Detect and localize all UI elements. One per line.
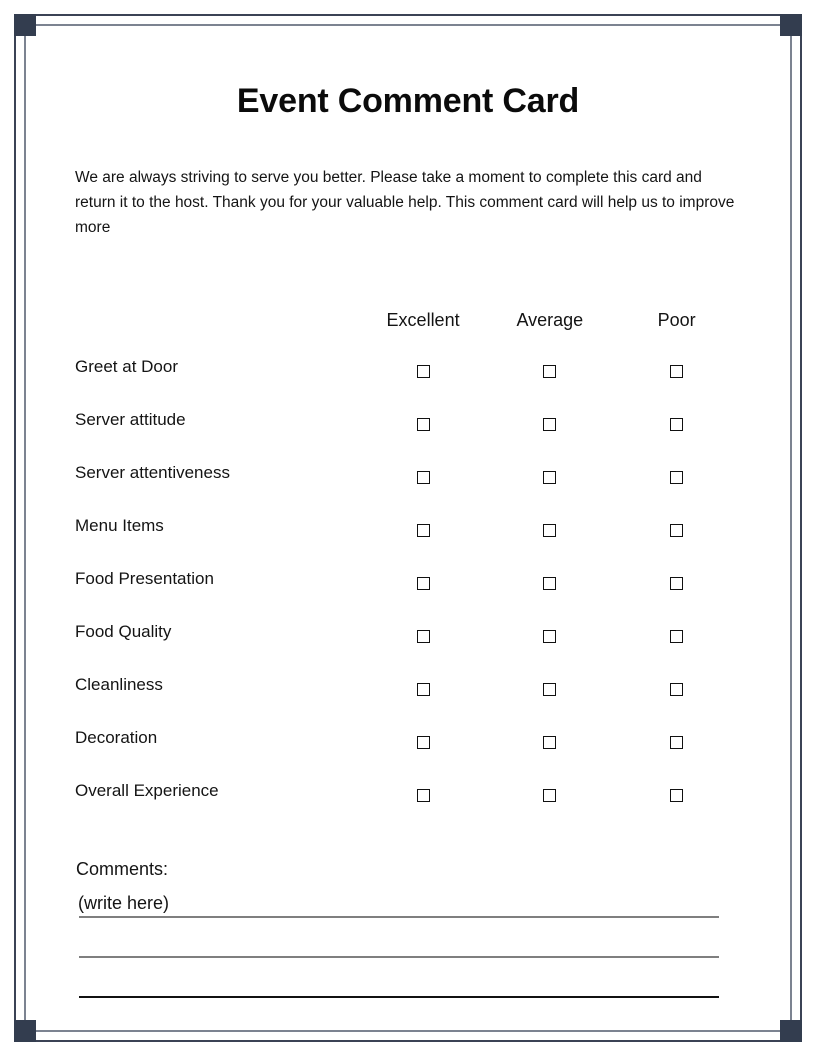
- table-row: Server attitude: [75, 393, 740, 446]
- checkbox-icon[interactable]: [670, 682, 684, 696]
- rating-cell[interactable]: [486, 658, 613, 711]
- rating-cell[interactable]: [360, 499, 487, 552]
- rating-cell[interactable]: [486, 552, 613, 605]
- checkbox-icon[interactable]: [543, 735, 557, 749]
- rating-cell[interactable]: [486, 393, 613, 446]
- rating-cell[interactable]: [360, 393, 487, 446]
- rating-cell[interactable]: [360, 658, 487, 711]
- rating-cell[interactable]: [613, 393, 740, 446]
- rating-table-body: Greet at Door Server attitude Server atten…: [75, 340, 740, 817]
- comments-hint-text[interactable]: (write here): [78, 893, 169, 914]
- comment-line-3[interactable]: [79, 996, 719, 998]
- checkbox-icon[interactable]: [543, 576, 557, 590]
- checkbox-icon[interactable]: [416, 523, 430, 537]
- checkbox-icon[interactable]: [416, 682, 430, 696]
- rating-header-poor: Poor: [657, 309, 696, 330]
- comment-line-2[interactable]: [79, 956, 719, 958]
- rating-cell[interactable]: [360, 446, 487, 499]
- rating-table: Excellent Average Poor Greet at Door Serv…: [75, 300, 740, 817]
- rating-cell[interactable]: [360, 711, 487, 764]
- checkbox-icon[interactable]: [543, 788, 557, 802]
- table-row: Overall Experience: [75, 764, 740, 817]
- table-row: Menu Items: [75, 499, 740, 552]
- checkbox-icon[interactable]: [670, 629, 684, 643]
- rating-cell[interactable]: [486, 711, 613, 764]
- checkbox-icon[interactable]: [670, 364, 684, 378]
- rating-row-label: Overall Experience: [75, 780, 219, 800]
- rating-row-label: Food Quality: [75, 621, 172, 641]
- checkbox-icon[interactable]: [416, 576, 430, 590]
- rating-cell[interactable]: [360, 552, 487, 605]
- rating-cell[interactable]: [613, 764, 740, 817]
- table-row: Decoration: [75, 711, 740, 764]
- rating-row-label: Cleanliness: [75, 674, 163, 694]
- rating-header-excellent: Excellent: [386, 309, 460, 330]
- checkbox-icon[interactable]: [416, 629, 430, 643]
- checkbox-icon[interactable]: [543, 470, 557, 484]
- rating-table-header-row: Excellent Average Poor: [75, 300, 740, 340]
- rating-cell[interactable]: [360, 764, 487, 817]
- rating-row-label: Decoration: [75, 727, 158, 747]
- checkbox-icon[interactable]: [416, 735, 430, 749]
- rating-row-label: Greet at Door: [75, 356, 178, 376]
- checkbox-icon[interactable]: [670, 523, 684, 537]
- checkbox-icon[interactable]: [416, 788, 430, 802]
- table-row: Server attentiveness: [75, 446, 740, 499]
- rating-cell[interactable]: [613, 605, 740, 658]
- intro-paragraph: We are always striving to serve you bett…: [75, 169, 735, 236]
- rating-table-head: Excellent Average Poor: [75, 300, 740, 340]
- checkbox-icon[interactable]: [416, 470, 430, 484]
- table-row: Food Presentation: [75, 552, 740, 605]
- rating-row-label: Menu Items: [75, 515, 164, 535]
- rating-cell[interactable]: [613, 499, 740, 552]
- rating-cell[interactable]: [486, 605, 613, 658]
- comments-label: Comments:: [76, 859, 169, 879]
- rating-row-label: Food Presentation: [75, 568, 214, 588]
- rating-cell[interactable]: [486, 446, 613, 499]
- page-title: Event Comment Card: [236, 82, 580, 120]
- checkbox-icon[interactable]: [670, 470, 684, 484]
- rating-cell[interactable]: [613, 340, 740, 393]
- rating-cell[interactable]: [486, 764, 613, 817]
- rating-cell[interactable]: [613, 446, 740, 499]
- rating-header-blank: [75, 300, 360, 340]
- rating-cell[interactable]: [613, 711, 740, 764]
- checkbox-icon[interactable]: [416, 364, 430, 378]
- comment-card-page: Event Comment Card We are always strivin…: [0, 0, 816, 1056]
- checkbox-icon[interactable]: [670, 417, 684, 431]
- rating-row-label: Server attentiveness: [75, 462, 230, 482]
- rating-cell[interactable]: [486, 340, 613, 393]
- card-content: Event Comment Card We are always strivin…: [0, 0, 816, 1056]
- comment-line-1[interactable]: [79, 916, 719, 918]
- checkbox-icon[interactable]: [670, 576, 684, 590]
- table-row: Greet at Door: [75, 340, 740, 393]
- rating-cell[interactable]: [360, 605, 487, 658]
- checkbox-icon[interactable]: [416, 417, 430, 431]
- rating-cell[interactable]: [613, 552, 740, 605]
- table-row: Cleanliness: [75, 658, 740, 711]
- checkbox-icon[interactable]: [543, 417, 557, 431]
- checkbox-icon[interactable]: [670, 735, 684, 749]
- checkbox-icon[interactable]: [543, 523, 557, 537]
- table-row: Food Quality: [75, 605, 740, 658]
- rating-cell[interactable]: [613, 658, 740, 711]
- checkbox-icon[interactable]: [543, 682, 557, 696]
- checkbox-icon[interactable]: [543, 629, 557, 643]
- rating-row-label: Server attitude: [75, 409, 186, 429]
- rating-header-average: Average: [516, 309, 584, 330]
- checkbox-icon[interactable]: [670, 788, 684, 802]
- rating-cell[interactable]: [360, 340, 487, 393]
- rating-cell[interactable]: [486, 499, 613, 552]
- checkbox-icon[interactable]: [543, 364, 557, 378]
